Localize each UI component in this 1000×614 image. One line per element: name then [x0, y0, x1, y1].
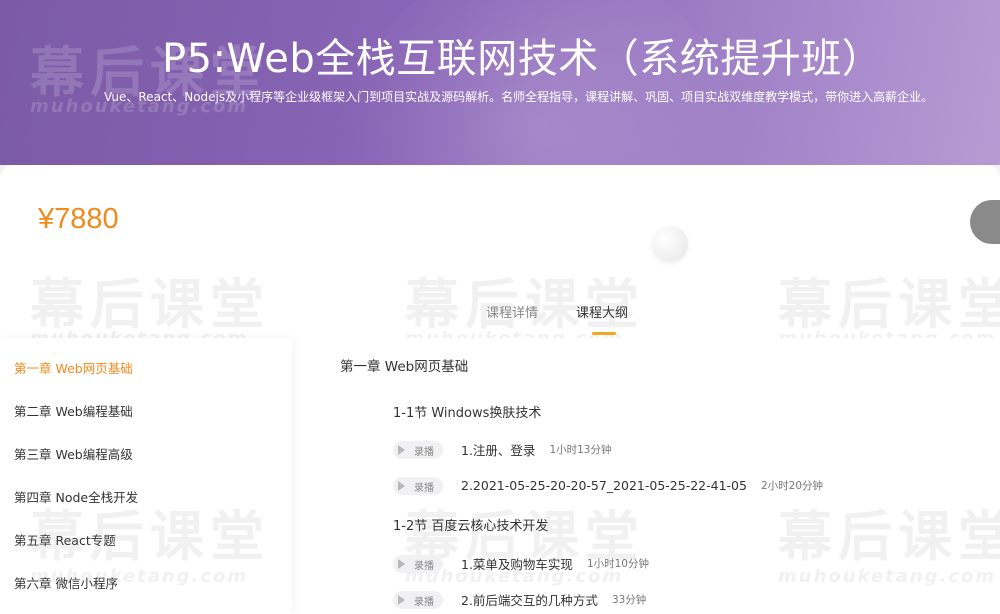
sidebar-item-chapter-3[interactable]: 第三章 Web编程高级 [14, 444, 133, 463]
lesson-duration: 1小时13分钟 [549, 444, 612, 456]
lesson-duration: 33分钟 [611, 594, 647, 606]
lesson-duration: 2小时20分钟 [760, 480, 824, 492]
recorded-badge[interactable]: 录播 [393, 554, 443, 573]
course-price: ¥7880 [38, 203, 119, 235]
active-tab-indicator [592, 332, 616, 335]
play-icon [398, 480, 405, 491]
sidebar-item-chapter-4[interactable]: 第四章 Node全栈开发 [14, 487, 138, 506]
course-banner: 幕后课堂 muhouketang.com P5:Web全栈互联网技术（系统提升班… [0, 0, 1000, 165]
badge-label: 录播 [414, 446, 434, 458]
lesson-item[interactable]: 录播 1.菜单及购物车实现 1小时10分钟 [393, 553, 649, 573]
sidebar-item-chapter-1[interactable]: 第一章 Web网页基础 [14, 358, 133, 377]
section-title: 1-1节 Windows换肤技术 [393, 406, 542, 421]
tab-course-details[interactable]: 课程详情 [486, 302, 538, 321]
badge-label: 录播 [414, 482, 434, 494]
badge-label: 录播 [414, 596, 434, 608]
chapter-title: 第一章 Web网页基础 [340, 359, 469, 375]
course-subtitle: Vue、React、Nodejs及小程序等企业级框架入门到项目实战及源码解析。名… [104, 90, 934, 104]
course-title: P5:Web全栈互联网技术（系统提升班） [162, 36, 883, 82]
lesson-name[interactable]: 1.菜单及购物车实现 [461, 554, 573, 573]
section-title: 1-2节 百度云核心技术开发 [393, 519, 549, 534]
play-icon [398, 594, 405, 605]
recorded-badge[interactable]: 录播 [393, 476, 443, 495]
lesson-item[interactable]: 录播 2.前后端交互的几种方式 33分钟 [393, 589, 646, 609]
tab-course-outline[interactable]: 课程大纲 [576, 302, 628, 321]
play-icon [398, 444, 405, 455]
sidebar-item-chapter-5[interactable]: 第五章 React专题 [14, 530, 116, 549]
sidebar-item-chapter-2[interactable]: 第二章 Web编程基础 [14, 401, 133, 420]
recorded-badge[interactable]: 录播 [393, 440, 443, 459]
sidebar-item-chapter-6[interactable]: 第六章 微信小程序 [14, 573, 118, 592]
play-icon [398, 558, 405, 569]
lesson-duration: 1小时10分钟 [586, 558, 649, 570]
lesson-name[interactable]: 1.注册、登录 [461, 440, 535, 459]
lesson-name[interactable]: 2.2021-05-25-20-20-57_2021-05-25-22-41-0… [461, 478, 747, 493]
lesson-item[interactable]: 录播 2.2021-05-25-20-20-57_2021-05-25-22-4… [393, 475, 823, 495]
decorative-ball [652, 226, 688, 262]
recorded-badge[interactable]: 录播 [393, 590, 443, 609]
badge-label: 录播 [414, 560, 434, 572]
lesson-item[interactable]: 录播 1.注册、登录 1小时13分钟 [393, 439, 611, 459]
lesson-name[interactable]: 2.前后端交互的几种方式 [461, 590, 598, 609]
